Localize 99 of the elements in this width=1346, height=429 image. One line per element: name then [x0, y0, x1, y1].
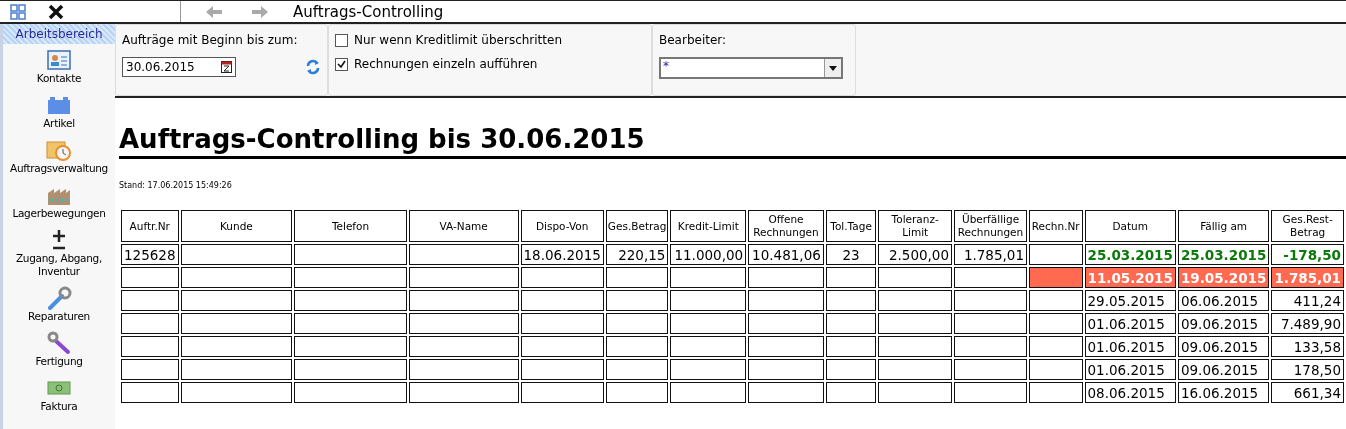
table-cell: 01.06.2015	[1084, 359, 1176, 380]
column-header: VA-Name	[408, 210, 519, 242]
column-header: Fällig am	[1177, 210, 1270, 242]
checkbox[interactable]	[335, 33, 348, 47]
table-cell	[825, 290, 877, 311]
table-cell	[825, 267, 877, 288]
column-header: Toleranz-Limit	[878, 210, 953, 242]
column-header: Überfällige Rechnungen	[954, 210, 1027, 242]
table-cell: 11.000,00	[670, 244, 747, 265]
table-cell	[121, 359, 179, 380]
sidebar-item[interactable]: Fertigung	[35, 327, 83, 372]
grid-icon[interactable]	[10, 3, 26, 20]
table-cell: 06.06.2015	[1177, 290, 1270, 311]
refresh-icon[interactable]	[305, 59, 321, 75]
sidebar-item-label: Fertigung	[35, 355, 83, 368]
checkbox[interactable]	[335, 57, 348, 71]
contact-card-icon	[46, 48, 72, 72]
table-cell: 1.785,01	[1271, 267, 1344, 288]
table-cell: 125628	[121, 244, 179, 265]
sidebar-item[interactable]: Zugang, Abgang, Inventur	[3, 224, 115, 282]
sidebar-item-label: Artikel	[43, 117, 75, 130]
date-field[interactable]: 30.06.2015	[122, 57, 236, 77]
table-cell: 7.489,90	[1271, 313, 1344, 334]
sidebar-item[interactable]: Artikel	[43, 89, 75, 134]
calendar-icon[interactable]	[221, 61, 232, 73]
table-cell: 11.05.2015	[1084, 267, 1176, 288]
table-cell: 10.481,06	[748, 244, 824, 265]
sidebar-item[interactable]: Kontakte	[36, 44, 82, 89]
date-label: Aufträge mit Beginn bis zum:	[122, 33, 299, 47]
column-header: Kredit-Limit	[670, 210, 747, 242]
column-header: Rechn.Nr	[1029, 210, 1083, 242]
table-cell: 178,50	[1271, 359, 1344, 380]
editor-label: Bearbeiter:	[659, 33, 728, 47]
table-cell: 01.06.2015	[1084, 313, 1176, 334]
table-cell: 2.500,00	[878, 244, 953, 265]
wrench-icon	[46, 286, 72, 310]
sidebar-item-label: Faktura	[40, 400, 78, 413]
column-header: Ges.Rest-Betrag	[1271, 210, 1344, 242]
table-cell: 25.03.2015	[1177, 244, 1270, 265]
table-cell: 29.05.2015	[1084, 290, 1176, 311]
window-title: Auftrags-Controlling	[293, 2, 444, 21]
sidebar-item-label: Zugang, Abgang, Inventur	[14, 252, 104, 278]
sidebar-item[interactable]: Lagerbewegungen	[12, 179, 106, 224]
table-cell: -178,50	[1271, 244, 1344, 265]
table-cell	[605, 313, 669, 334]
column-header: Datum	[1084, 210, 1176, 242]
table-cell	[121, 267, 179, 288]
table-cell	[605, 382, 669, 403]
table-cell: 133,58	[1271, 336, 1344, 357]
table-cell	[121, 313, 179, 334]
table-cell	[605, 290, 669, 311]
table-cell	[121, 382, 179, 403]
table-cell: 16.06.2015	[1177, 382, 1270, 403]
table-cell: 09.06.2015	[1177, 336, 1270, 357]
table-cell: 661,34	[1271, 382, 1344, 403]
table-cell: 1.785,01	[954, 244, 1027, 265]
column-header: Ges.Betrag	[605, 210, 669, 242]
column-header: Auftr.Nr	[121, 210, 179, 242]
table-cell	[605, 267, 669, 288]
checkbox-option[interactable]: Nur wenn Kreditlimit überschritten	[335, 33, 645, 47]
close-icon[interactable]	[48, 3, 64, 20]
editor-dropdown[interactable]: *	[659, 57, 843, 79]
tool-icon	[46, 331, 72, 355]
table-cell	[825, 382, 877, 403]
table-cell	[825, 359, 877, 380]
caret-icon	[829, 65, 837, 71]
table-cell: 18.06.2015	[520, 244, 604, 265]
sidebar-item-label: Reparaturen	[28, 310, 90, 323]
table-cell: 25.03.2015	[1084, 244, 1176, 265]
table-cell: 23	[825, 244, 877, 265]
sidebar-item[interactable]: Faktura	[40, 372, 78, 417]
sidebar-item[interactable]: Auftragsverwaltung	[10, 134, 108, 179]
column-header: Kunde	[180, 210, 293, 242]
folder-clock-icon	[46, 138, 72, 162]
column-header: Offene Rechnungen	[748, 210, 824, 242]
table-cell: 01.06.2015	[1084, 336, 1176, 357]
table-cell: 220,15	[605, 244, 669, 265]
sidebar-item-label: Lagerbewegungen	[12, 207, 106, 220]
sidebar-item-label: Auftragsverwaltung	[10, 162, 108, 175]
table-cell: 411,24	[1271, 290, 1344, 311]
sidebar-header[interactable]: Arbeitsbereich	[3, 24, 115, 44]
table-cell: 08.06.2015	[1084, 382, 1176, 403]
report-title: Auftrags-Controlling bis 30.06.2015	[119, 124, 1346, 159]
column-header: Tol.Tage	[825, 210, 877, 242]
table-cell	[605, 359, 669, 380]
table-cell	[121, 290, 179, 311]
column-header: Dispo-Von	[520, 210, 604, 242]
table-cell: 09.06.2015	[1177, 359, 1270, 380]
table-cell: 19.05.2015	[1177, 267, 1270, 288]
table-cell: 09.06.2015	[1177, 313, 1270, 334]
sidebar-item[interactable]: Reparaturen	[28, 282, 90, 327]
timestamp: Stand: 17.06.2015 15:49:26	[119, 181, 233, 190]
table-cell	[605, 336, 669, 357]
checkbox-option[interactable]: Rechnungen einzeln aufführen	[335, 57, 645, 71]
column-header: Telefon	[294, 210, 407, 242]
table-cell	[825, 336, 877, 357]
sidebar-item-label: Kontakte	[36, 72, 82, 85]
table-cell	[825, 313, 877, 334]
table-cell	[121, 336, 179, 357]
